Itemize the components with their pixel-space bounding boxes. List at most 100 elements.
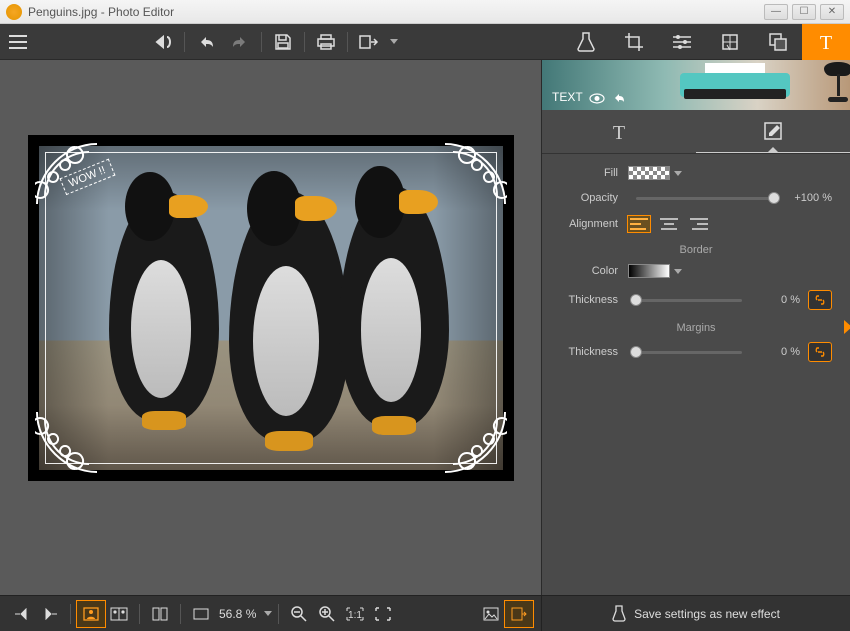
print-button[interactable]	[309, 28, 343, 56]
border-thickness-slider[interactable]	[636, 299, 742, 302]
zoom-100-button[interactable]: 1:1	[341, 601, 369, 627]
zoom-fit-button[interactable]	[369, 601, 397, 627]
minimize-button[interactable]: —	[764, 4, 788, 20]
link-icon	[813, 347, 827, 357]
undo-icon	[197, 35, 215, 49]
subtab-text[interactable]: T	[542, 110, 696, 153]
canvas-area[interactable]: WOW !!	[0, 60, 541, 595]
undo-all-button[interactable]	[146, 28, 180, 56]
save-as-effect-button[interactable]: Save settings as new effect	[541, 595, 850, 631]
undo-all-icon	[153, 34, 173, 50]
prev-image-button[interactable]	[8, 601, 36, 627]
edit-box-icon	[763, 121, 783, 141]
border-color-swatch[interactable]	[628, 264, 670, 278]
zoom-in-icon	[319, 606, 335, 622]
arrow-right-icon	[43, 608, 57, 620]
effects-icon	[721, 33, 739, 51]
sliders-icon	[673, 34, 691, 50]
export-dropdown-icon[interactable]	[390, 39, 398, 44]
save-as-effect-label: Save settings as new effect	[634, 607, 780, 621]
save-icon	[275, 34, 291, 50]
frame-inner-border	[45, 152, 497, 464]
margins-thickness-slider[interactable]	[636, 351, 742, 354]
svg-text:T: T	[820, 32, 832, 52]
subtab-style[interactable]	[696, 110, 850, 153]
svg-text:1:1: 1:1	[348, 610, 362, 621]
fill-dropdown-icon[interactable]	[674, 171, 682, 176]
margins-section-title: Margins	[560, 322, 832, 334]
zoom-in-button[interactable]	[313, 601, 341, 627]
frame-ornament-icon	[443, 142, 507, 206]
eye-icon[interactable]	[589, 93, 605, 104]
save-button[interactable]	[266, 28, 300, 56]
text-icon: T	[609, 122, 629, 142]
layers-icon	[769, 33, 787, 51]
menu-button[interactable]	[0, 24, 36, 60]
redo-button[interactable]	[223, 28, 257, 56]
zoom-out-icon	[291, 606, 307, 622]
photo-frame: WOW !!	[28, 135, 514, 481]
text-icon: T	[816, 32, 836, 52]
maximize-button[interactable]: ☐	[792, 4, 816, 20]
border-color-dropdown-icon[interactable]	[674, 269, 682, 274]
fill-label: Fill	[560, 167, 628, 179]
side-panel: TEXT T Fill Opacity +100 % A	[541, 60, 850, 595]
portrait-single-icon	[83, 607, 99, 621]
frame-ornament-icon	[35, 410, 99, 474]
image-export-icon	[511, 607, 527, 621]
mode-effects[interactable]	[706, 24, 754, 60]
export-icon	[359, 35, 379, 49]
border-color-label: Color	[560, 265, 628, 277]
zoom-value: 56.8 %	[215, 607, 260, 621]
arrow-left-icon	[15, 608, 29, 620]
opacity-value: +100 %	[782, 192, 832, 204]
undo-button[interactable]	[189, 28, 223, 56]
align-right-button[interactable]	[688, 216, 710, 232]
view-single-button[interactable]	[77, 601, 105, 627]
next-image-button[interactable]	[36, 601, 64, 627]
fill-swatch[interactable]	[628, 166, 670, 180]
status-bar: 56.8 % 1:1	[0, 595, 541, 631]
fit-screen-icon	[375, 607, 391, 621]
mode-text[interactable]: T	[802, 24, 850, 60]
export-button[interactable]	[352, 28, 386, 56]
panel-expand-arrow[interactable]	[844, 320, 850, 334]
opacity-slider[interactable]	[636, 197, 774, 200]
top-toolbar: T	[0, 24, 850, 60]
panel-title: TEXT	[552, 90, 583, 104]
mode-crop[interactable]	[610, 24, 658, 60]
crop-icon	[625, 33, 643, 51]
flask-icon	[612, 605, 626, 623]
margins-link-button[interactable]	[808, 342, 832, 362]
border-section-title: Border	[560, 244, 832, 256]
app-icon	[6, 4, 22, 20]
split-icon	[152, 607, 168, 621]
align-left-button[interactable]	[628, 216, 650, 232]
quick-preview-button[interactable]	[477, 601, 505, 627]
border-thickness-value: 0 %	[750, 294, 800, 306]
margins-thickness-label: Thickness	[560, 346, 628, 358]
zoom-dropdown-icon[interactable]	[264, 611, 272, 616]
close-button[interactable]: ✕	[820, 4, 844, 20]
margins-thickness-value: 0 %	[750, 346, 800, 358]
alignment-label: Alignment	[560, 218, 628, 230]
window-title: Penguins.jpg - Photo Editor	[28, 5, 760, 19]
window-titlebar: Penguins.jpg - Photo Editor — ☐ ✕	[0, 0, 850, 24]
banner-typewriter-icon	[680, 65, 830, 105]
view-split-button[interactable]	[146, 601, 174, 627]
border-link-button[interactable]	[808, 290, 832, 310]
view-compare-button[interactable]	[105, 601, 133, 627]
export-quick-button[interactable]	[505, 601, 533, 627]
align-center-button[interactable]	[658, 216, 680, 232]
zoom-rect-icon	[187, 601, 215, 627]
banner-lamp-icon	[815, 60, 850, 104]
portrait-compare-icon	[110, 607, 128, 621]
zoom-out-button[interactable]	[285, 601, 313, 627]
reset-icon[interactable]	[611, 92, 625, 104]
mode-layers[interactable]	[754, 24, 802, 60]
mode-adjust[interactable]	[658, 24, 706, 60]
mode-develop[interactable]	[562, 24, 610, 60]
one-to-one-icon: 1:1	[346, 607, 364, 621]
border-thickness-label: Thickness	[560, 294, 628, 306]
hamburger-icon	[9, 35, 27, 49]
